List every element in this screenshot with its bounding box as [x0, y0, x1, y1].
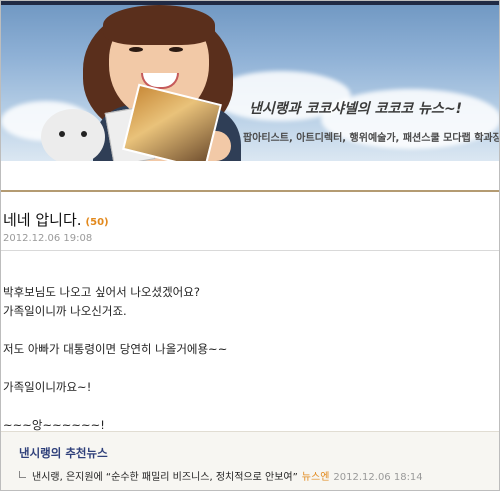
recommended-item-date: 2012.12.06 18:14 — [333, 472, 423, 483]
post-body: 박후보님도 나오고 싶어서 나오셨겠어요? 가족일이니까 나오신거죠. 저도 아… — [3, 283, 493, 435]
blog-banner[interactable]: 낸시랭과 코코샤넬의 코코코 뉴스~! 팝아티스트, 아트디렉터, 행위예술가,… — [1, 1, 499, 161]
reply-corner-icon — [19, 471, 26, 478]
header-divider — [1, 190, 499, 192]
recommended-heading: 낸시랭의 추천뉴스 — [19, 446, 108, 460]
banner-top-line — [1, 1, 499, 5]
post-title-text: 네네 압니다. — [3, 211, 82, 229]
post-line: 박후보님도 나오고 싶어서 나오셨겠어요? — [3, 285, 200, 299]
blog-post-frame: 낸시랭과 코코샤넬의 코코코 뉴스~! 팝아티스트, 아트디렉터, 행위예술가,… — [0, 0, 500, 491]
banner-title: 낸시랭과 코코샤넬의 코코코 뉴스~! — [249, 101, 463, 117]
post-date: 2012.12.06 19:08 — [3, 233, 93, 244]
post-line — [3, 397, 493, 416]
post-line — [3, 359, 493, 378]
post-title[interactable]: 네네 압니다. (50) — [3, 209, 109, 230]
post-line — [3, 321, 493, 340]
recommended-item-link[interactable]: 낸시랭, 은지원에 “순수한 패밀리 비즈니스, 정치적으로 안보여” — [32, 472, 298, 483]
recommended-item[interactable]: 낸시랭, 은지원에 “순수한 패밀리 비즈니스, 정치적으로 안보여” 뉴스엔 20… — [19, 468, 423, 483]
post-line: 저도 아빠가 대통령이면 당연히 나올거에용~~ — [3, 342, 228, 356]
recommended-item-source: 뉴스엔 — [301, 472, 330, 483]
comment-count[interactable]: (50) — [86, 217, 109, 228]
post-line: 가족일이니까 나오신거죠. — [3, 304, 127, 318]
title-divider — [1, 250, 499, 251]
recommended-news-box: 낸시랭의 추천뉴스 낸시랭, 은지원에 “순수한 패밀리 비즈니스, 정치적으로… — [1, 431, 499, 490]
post-line: 가족일이니까요~! — [3, 380, 92, 394]
banner-subtitle: 팝아티스트, 아트디렉터, 행위예술가, 패션스쿨 모다랩 학과장 — [243, 133, 499, 144]
